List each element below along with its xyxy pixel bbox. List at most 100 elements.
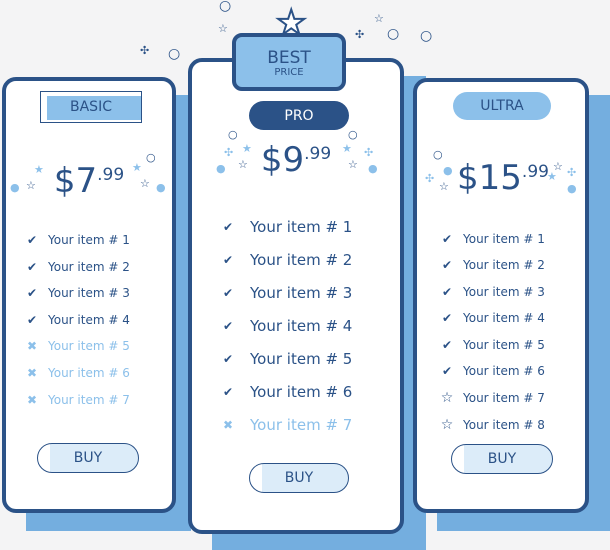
item-label: Your item # 3: [250, 284, 353, 302]
sparkle-icon: ✣: [224, 146, 234, 159]
circle-icon: ○: [420, 28, 433, 44]
list-item: ✔ Your item # 3: [439, 285, 545, 299]
plan-card-pro: PRO $9.99 ○ ★ ✣ ☆ ● ○ ★ ✣ ☆ ● ✔ Your item…: [188, 58, 404, 534]
item-label: Your item # 4: [463, 311, 545, 326]
circle-icon: ●: [10, 181, 20, 194]
item-label: Your item # 6: [48, 366, 130, 380]
circle-icon: ○: [219, 0, 232, 14]
list-item: ✔ Your item # 1: [439, 232, 545, 246]
list-item: ✔ Your item # 6: [220, 383, 352, 401]
sparkle-icon: ✣: [140, 44, 150, 57]
item-label: Your item # 1: [463, 232, 545, 246]
cross-icon: ✖: [222, 418, 234, 432]
check-icon: ✔: [441, 364, 453, 378]
circle-icon: ○: [433, 148, 443, 161]
item-label: Your item # 2: [250, 251, 353, 269]
buy-button[interactable]: BUY: [37, 443, 139, 473]
circle-icon: ○: [168, 46, 181, 62]
plan-name: BASIC: [70, 99, 112, 115]
item-label: Your item # 6: [463, 364, 545, 378]
check-icon: ✔: [441, 337, 453, 352]
circle-icon: ○: [348, 128, 358, 141]
list-item: ✔ Your item # 3: [24, 286, 130, 300]
check-icon: ✔: [26, 259, 38, 274]
check-icon: ✔: [26, 233, 38, 247]
circle-icon: ●: [216, 162, 226, 175]
check-icon: ✔: [26, 286, 38, 301]
list-item: ✖ Your item # 6: [24, 366, 130, 380]
item-label: Your item # 7: [48, 392, 130, 407]
circle-icon: ●: [443, 164, 453, 177]
star-icon: ★: [34, 163, 44, 176]
list-item: ☆ Your item # 8: [439, 417, 545, 433]
star-icon: ☆: [218, 22, 228, 35]
star-icon: ☆: [140, 177, 150, 190]
price-cents: .99: [521, 162, 549, 182]
price-cents: .99: [304, 144, 332, 164]
circle-icon: ○: [228, 128, 238, 141]
buy-button[interactable]: BUY: [451, 444, 553, 474]
list-item: ✔ Your item # 1: [220, 218, 352, 236]
check-icon: ✔: [441, 311, 453, 326]
list-item: ✔ Your item # 3: [220, 284, 352, 302]
item-label: Your item # 7: [463, 391, 545, 406]
plan-name-pill: PRO: [249, 101, 349, 130]
list-item: ✔ Your item # 4: [439, 311, 545, 325]
check-icon: ✔: [441, 258, 453, 273]
item-label: Your item # 1: [48, 233, 130, 247]
star-icon: ☆: [238, 158, 248, 171]
buy-button[interactable]: BUY: [249, 463, 349, 493]
list-item: ✔ Your item # 1: [24, 233, 130, 247]
list-item: ☆ Your item # 7: [439, 390, 545, 406]
list-item: ✔ Your item # 4: [220, 317, 352, 335]
circle-icon: ○: [146, 151, 156, 164]
sparkle-icon: ✣: [567, 166, 577, 179]
star-icon: ☆: [26, 179, 36, 192]
star-icon: ★: [132, 161, 142, 174]
list-item: ✔ Your item # 4: [24, 313, 130, 327]
plan-card-ultra: ULTRA $15.99 ○ ● ✣ ☆ ☆ ★ ✣ ● ✔ Your item …: [413, 78, 589, 513]
plan-name-pill: ULTRA: [453, 92, 551, 120]
star-icon: ★: [547, 170, 557, 183]
check-icon: ✔: [26, 312, 38, 327]
item-label: Your item # 5: [250, 350, 353, 368]
item-label: Your item # 6: [250, 383, 353, 401]
check-icon: ✔: [222, 352, 234, 366]
star-icon: ★: [275, 3, 308, 43]
star-icon: ☆: [440, 390, 454, 407]
check-icon: ✔: [222, 253, 234, 267]
circle-icon: ●: [368, 162, 378, 175]
star-icon: ☆: [439, 180, 449, 193]
star-icon: ☆: [374, 12, 384, 25]
item-label: Your item # 4: [48, 312, 130, 327]
star-icon: ☆: [348, 158, 358, 171]
item-label: Your item # 7: [250, 416, 353, 434]
plan-name: ULTRA: [480, 98, 524, 114]
price-main: $9: [260, 140, 305, 180]
price-main: $7: [53, 161, 98, 201]
plan-card-basic: BASIC $7.99 ★ ☆ ● ★ ☆ ○ ● ✔ Your item # 1…: [2, 77, 176, 513]
check-icon: ✔: [441, 284, 453, 299]
circle-icon: ●: [567, 182, 577, 195]
item-label: Your item # 1: [250, 218, 353, 236]
circle-icon: ○: [387, 26, 400, 42]
price-cents: .99: [97, 165, 125, 185]
item-label: Your item # 5: [48, 339, 130, 354]
circle-icon: ●: [156, 181, 166, 194]
price-main: $15: [457, 158, 522, 198]
sparkle-icon: ✣: [364, 146, 374, 159]
star-icon: ★: [242, 142, 252, 155]
check-icon: ✔: [222, 220, 234, 234]
list-item: ✔ Your item # 5: [220, 350, 352, 368]
badge-subtitle: PRICE: [274, 67, 304, 78]
item-label: Your item # 2: [463, 258, 545, 273]
list-item: ✔ Your item # 2: [24, 260, 130, 274]
list-item: ✖ Your item # 7: [24, 393, 130, 407]
list-item: ✖ Your item # 7: [220, 416, 352, 434]
list-item: ✔ Your item # 5: [439, 338, 545, 352]
badge-title: BEST: [267, 48, 311, 68]
cross-icon: ✖: [26, 392, 38, 407]
star-icon: ★: [342, 142, 352, 155]
list-item: ✖ Your item # 5: [24, 339, 130, 353]
plan-name-badge: BASIC: [40, 91, 142, 123]
